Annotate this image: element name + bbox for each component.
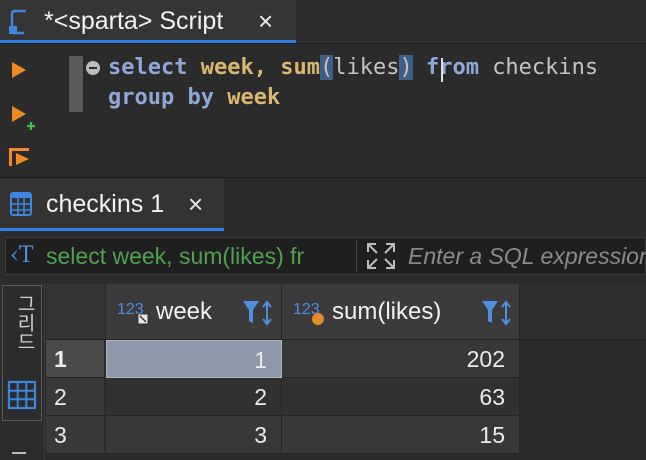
- sql-paren-open: (: [319, 55, 334, 80]
- grid-cell-sum[interactable]: 15: [282, 416, 520, 454]
- execute-statement-icon[interactable]: [10, 60, 28, 80]
- execute-script-icon[interactable]: [8, 146, 34, 168]
- sql-keyword-from: from: [425, 55, 479, 80]
- sql-line-2[interactable]: group by week: [108, 83, 280, 113]
- sql-line-1[interactable]: select week, sum(likes) from checkins: [108, 53, 598, 83]
- header-filler: [520, 284, 646, 340]
- filter-sort-icon[interactable]: [241, 299, 275, 327]
- sql-keyword: select: [108, 55, 188, 80]
- sql-filter-icon: ‹T: [10, 243, 34, 268]
- row-number[interactable]: 1: [46, 340, 104, 378]
- filter-source-query: select week, sum(likes) fr: [46, 243, 305, 269]
- sql-keyword-group-by: group by: [108, 85, 214, 110]
- text-cursor: [441, 58, 443, 82]
- execute-in-new-tab-icon[interactable]: [10, 104, 36, 132]
- expand-icon[interactable]: [364, 240, 398, 272]
- grid-view-label: 그리드: [14, 294, 35, 351]
- column-header-label: sum(likes): [332, 298, 442, 325]
- filter-sort-icon[interactable]: [480, 299, 514, 327]
- grid-cell-sum[interactable]: 202: [282, 340, 520, 378]
- sql-table: checkins: [492, 55, 599, 80]
- side-panel-next-icon[interactable]: [12, 452, 26, 454]
- sql-argument: likes: [333, 55, 400, 80]
- current-statement-marker: [69, 56, 83, 112]
- grid-cell-week-selected[interactable]: 1: [106, 340, 282, 378]
- key-column-icon: [137, 313, 149, 325]
- sql-column: week: [227, 85, 281, 110]
- table-results-icon: [10, 192, 32, 216]
- row-number[interactable]: 2: [46, 378, 104, 416]
- grid-cell-week[interactable]: 3: [106, 416, 282, 454]
- grid-cell-week[interactable]: 2: [106, 378, 282, 416]
- row-number[interactable]: 3: [46, 416, 104, 454]
- column-header-label: week: [156, 298, 213, 325]
- sql-paren-close: ): [399, 55, 413, 80]
- filter-divider: [356, 240, 357, 272]
- computed-column-icon: [312, 313, 324, 325]
- grid-icon: [7, 380, 37, 410]
- results-tab-close-icon[interactable]: ×: [188, 183, 203, 226]
- editor-tab-title: *<sparta> Script: [44, 7, 224, 35]
- sql-function: sum: [280, 55, 320, 80]
- sql-column: week: [200, 55, 254, 80]
- grid-cell-sum[interactable]: 63: [282, 378, 520, 416]
- grid-corner[interactable]: [46, 284, 106, 340]
- sql-script-icon: [9, 9, 26, 35]
- filter-expression-input[interactable]: [408, 240, 646, 272]
- results-tab-title: checkins 1: [46, 190, 165, 218]
- editor-tab-close-icon[interactable]: ×: [258, 0, 273, 43]
- collapse-fold-icon[interactable]: [85, 60, 101, 76]
- sql-comma: ,: [253, 55, 267, 80]
